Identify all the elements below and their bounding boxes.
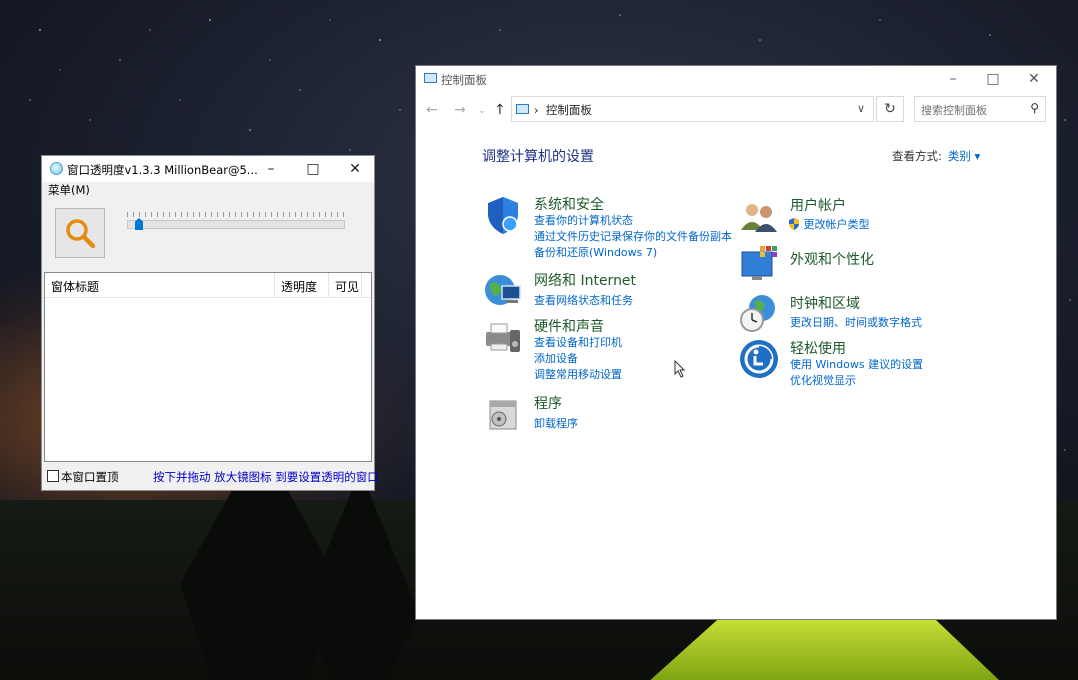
- category-title[interactable]: 硬件和声音: [534, 316, 604, 336]
- shield-icon: [488, 197, 518, 234]
- usage-hint: 按下并拖动 放大镜图标 到要设置透明的窗口: [153, 470, 379, 484]
- minimize-button[interactable]: –: [932, 66, 974, 92]
- category-title[interactable]: 程序: [534, 393, 562, 413]
- view-by-dropdown[interactable]: 类别 ▾: [948, 149, 980, 163]
- address-box[interactable]: › 控制面板 ∨: [511, 96, 874, 122]
- chevron-down-icon[interactable]: ∨: [849, 97, 873, 121]
- app-logo-icon: [50, 162, 63, 175]
- topmost-label: 本窗口置顶: [61, 470, 119, 484]
- magnifier-icon: [66, 219, 96, 249]
- category-title[interactable]: 时钟和区域: [790, 293, 860, 313]
- users-icon: [741, 204, 777, 232]
- transparency-tool-window: 窗口透明度v1.3.3 MillionBear@5... – □ ✕ 菜单(M)…: [41, 155, 379, 491]
- recent-dropdown-icon[interactable]: ⌄: [478, 106, 486, 116]
- category-link[interactable]: 添加设备: [534, 350, 578, 366]
- topmost-checkbox[interactable]: 本窗口置顶: [47, 470, 119, 484]
- category-link[interactable]: 查看设备和打印机: [534, 334, 622, 350]
- category-link[interactable]: 更改日期、时间或数字格式: [790, 314, 922, 330]
- page-heading: 调整计算机的设置: [482, 149, 594, 165]
- control-panel-icon: [424, 73, 437, 83]
- footer: 本窗口置顶 按下并拖动 放大镜图标 到要设置透明的窗口: [47, 469, 379, 485]
- control-panel-window: 控制面板 – □ ✕ ← → ⌄ ↑ › 控制面板 ∨ ↻ 搜索控制面板 ⚲ 调…: [416, 66, 1056, 619]
- close-button[interactable]: ✕: [1013, 66, 1055, 92]
- control-panel-icon: [516, 104, 529, 114]
- refresh-button[interactable]: ↻: [876, 96, 904, 122]
- checkbox-box[interactable]: [47, 470, 59, 482]
- category-link[interactable]: 通过文件历史记录保存你的文件备份副本: [534, 228, 732, 244]
- window-title: 窗口透明度v1.3.3 MillionBear@5...: [67, 163, 258, 177]
- search-placeholder: 搜索控制面板: [921, 104, 987, 117]
- title-bar[interactable]: 窗口透明度v1.3.3 MillionBear@5... – □ ✕: [42, 156, 374, 182]
- slider-track: [127, 220, 345, 229]
- list-header: 窗体标题 透明度 可见: [45, 273, 371, 298]
- address-bar-row: ← → ⌄ ↑ › 控制面板 ∨ ↻ 搜索控制面板 ⚲: [416, 96, 1056, 126]
- maximize-button[interactable]: □: [972, 66, 1014, 92]
- magnifier-drag-handle[interactable]: [55, 208, 105, 258]
- column-window-title[interactable]: 窗体标题: [51, 278, 99, 295]
- window-title: 控制面板: [441, 73, 487, 87]
- category-title[interactable]: 外观和个性化: [790, 249, 874, 269]
- menu-item-menu[interactable]: 菜单(M): [42, 182, 374, 199]
- up-arrow-icon[interactable]: ↑: [494, 102, 506, 118]
- programs-icon: [489, 400, 517, 430]
- category-title[interactable]: 系统和安全: [534, 194, 604, 214]
- appearance-icon: [741, 246, 777, 280]
- title-bar[interactable]: 控制面板 – □ ✕: [416, 66, 1056, 92]
- forward-arrow-icon[interactable]: →: [454, 102, 466, 118]
- category-link[interactable]: 卸载程序: [534, 415, 578, 431]
- accessibility-icon: [740, 340, 778, 378]
- slider-ticks: [127, 212, 345, 217]
- category-link[interactable]: 查看网络状态和任务: [534, 292, 633, 308]
- uac-shield-icon: [789, 218, 799, 230]
- category-link[interactable]: 查看你的计算机状态: [534, 212, 633, 228]
- close-button[interactable]: ✕: [334, 156, 376, 182]
- column-opacity[interactable]: 透明度: [281, 278, 317, 295]
- search-input[interactable]: 搜索控制面板 ⚲: [914, 96, 1046, 122]
- category-title[interactable]: 用户帐户: [790, 195, 846, 215]
- back-arrow-icon[interactable]: ←: [426, 102, 438, 118]
- minimize-button[interactable]: –: [250, 156, 292, 182]
- mouse-pointer-icon: [674, 360, 686, 378]
- category-link[interactable]: 备份和还原(Windows 7): [534, 244, 657, 260]
- clock-globe-icon: [740, 295, 775, 332]
- globe-network-icon: [485, 275, 521, 305]
- column-visible[interactable]: 可见: [335, 278, 359, 295]
- category-title[interactable]: 网络和 Internet: [534, 270, 636, 290]
- view-by-label: 查看方式:: [892, 149, 942, 163]
- maximize-button[interactable]: □: [292, 156, 334, 182]
- search-icon[interactable]: ⚲: [1030, 101, 1039, 115]
- view-by: 查看方式: 类别 ▾: [892, 148, 980, 164]
- category-link[interactable]: 更改帐户类型: [788, 216, 870, 232]
- window-list[interactable]: 窗体标题 透明度 可见: [44, 272, 372, 462]
- category-title[interactable]: 轻松使用: [790, 338, 846, 358]
- category-link[interactable]: 调整常用移动设置: [534, 366, 622, 382]
- opacity-slider[interactable]: [127, 212, 345, 230]
- printer-icon: [486, 323, 520, 352]
- breadcrumb[interactable]: › 控制面板: [534, 102, 592, 118]
- category-link[interactable]: 优化视觉显示: [790, 372, 856, 388]
- category-link[interactable]: 使用 Windows 建议的设置: [790, 356, 923, 372]
